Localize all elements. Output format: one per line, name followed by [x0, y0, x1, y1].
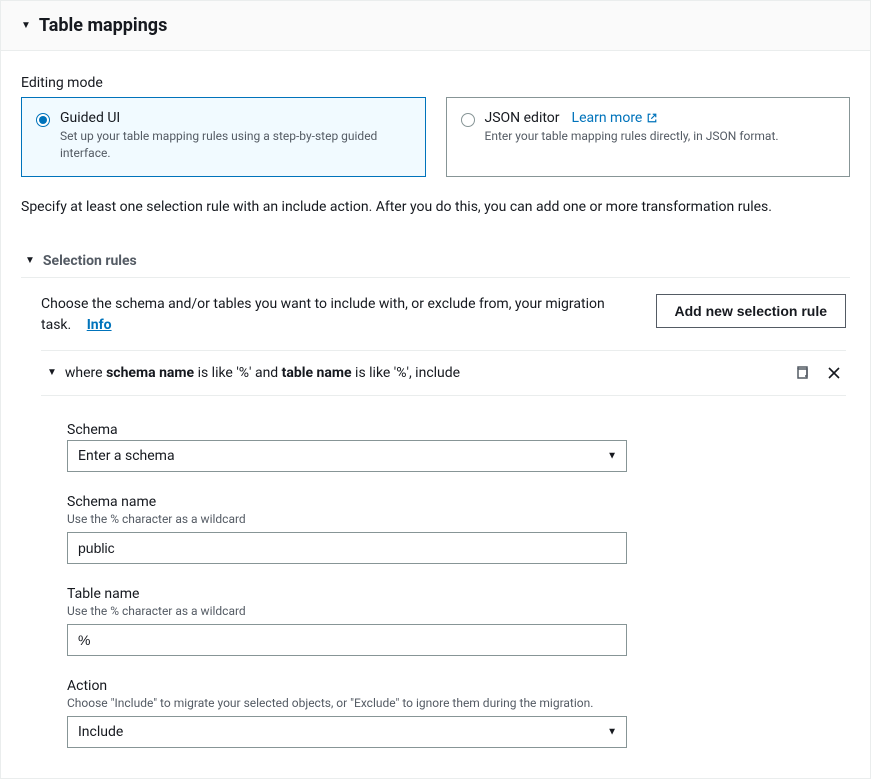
schema-name-label: Schema name [67, 494, 627, 510]
helper-text: Specify at least one selection rule with… [21, 199, 850, 215]
table-name-field: Table name Use the % character as a wild… [67, 586, 627, 656]
mode-json-desc: Enter your table mapping rules directly,… [485, 128, 779, 145]
rule-summary-text: where schema name is like '%' and table … [65, 365, 460, 381]
learn-more-link[interactable]: Learn more [572, 110, 659, 126]
schema-name-input[interactable] [67, 532, 627, 564]
external-link-icon [646, 112, 658, 124]
mode-guided-desc: Set up your table mapping rules using a … [60, 128, 411, 162]
table-name-hint: Use the % character as a wildcard [67, 604, 627, 618]
caret-down-icon: ▼ [47, 367, 57, 378]
rule-form: Schema Enter a schema ▼ Schema name Use … [41, 396, 846, 758]
action-hint: Choose "Include" to migrate your selecte… [67, 696, 627, 710]
schema-name-hint: Use the % character as a wildcard [67, 512, 627, 526]
schema-select-label: Schema [67, 422, 627, 438]
panel-header[interactable]: ▼ Table mappings [1, 1, 870, 51]
selection-rules-body: Choose the schema and/or tables you want… [21, 278, 850, 758]
mode-json-title: JSON editor [485, 110, 560, 126]
table-name-input[interactable] [67, 624, 627, 656]
mode-guided-title: Guided UI [60, 110, 411, 126]
panel-title: Table mappings [39, 15, 167, 36]
panel-body: Editing mode Guided UI Set up your table… [1, 51, 870, 778]
radio-guided[interactable] [36, 113, 50, 127]
copy-icon[interactable] [794, 365, 810, 381]
table-mappings-panel: ▼ Table mappings Editing mode Guided UI … [0, 0, 871, 779]
add-selection-rule-button[interactable]: Add new selection rule [656, 294, 846, 328]
schema-select[interactable]: Enter a schema [67, 440, 627, 472]
editing-mode-options: Guided UI Set up your table mapping rule… [21, 97, 850, 177]
mode-card-guided[interactable]: Guided UI Set up your table mapping rule… [21, 97, 426, 177]
caret-down-icon: ▼ [21, 20, 31, 31]
selection-rules-header[interactable]: ▼ Selection rules [21, 243, 850, 278]
selection-rules-desc: Choose the schema and/or tables you want… [41, 296, 605, 333]
close-icon[interactable] [826, 365, 842, 381]
schema-select-field: Schema Enter a schema ▼ [67, 422, 627, 472]
table-name-label: Table name [67, 586, 627, 602]
mode-card-json[interactable]: JSON editor Learn more Enter your table … [446, 97, 851, 177]
schema-name-field: Schema name Use the % character as a wil… [67, 494, 627, 564]
action-field: Action Choose "Include" to migrate your … [67, 678, 627, 748]
action-label: Action [67, 678, 627, 694]
radio-json[interactable] [461, 113, 475, 127]
caret-down-icon: ▼ [25, 255, 35, 266]
info-link[interactable]: Info [87, 317, 112, 333]
editing-mode-label: Editing mode [21, 75, 850, 91]
action-select[interactable]: Include [67, 716, 627, 748]
rule-summary-row: ▼ where schema name is like '%' and tabl… [41, 351, 846, 396]
selection-rules-title: Selection rules [43, 253, 137, 269]
rule-summary[interactable]: ▼ where schema name is like '%' and tabl… [47, 365, 460, 381]
